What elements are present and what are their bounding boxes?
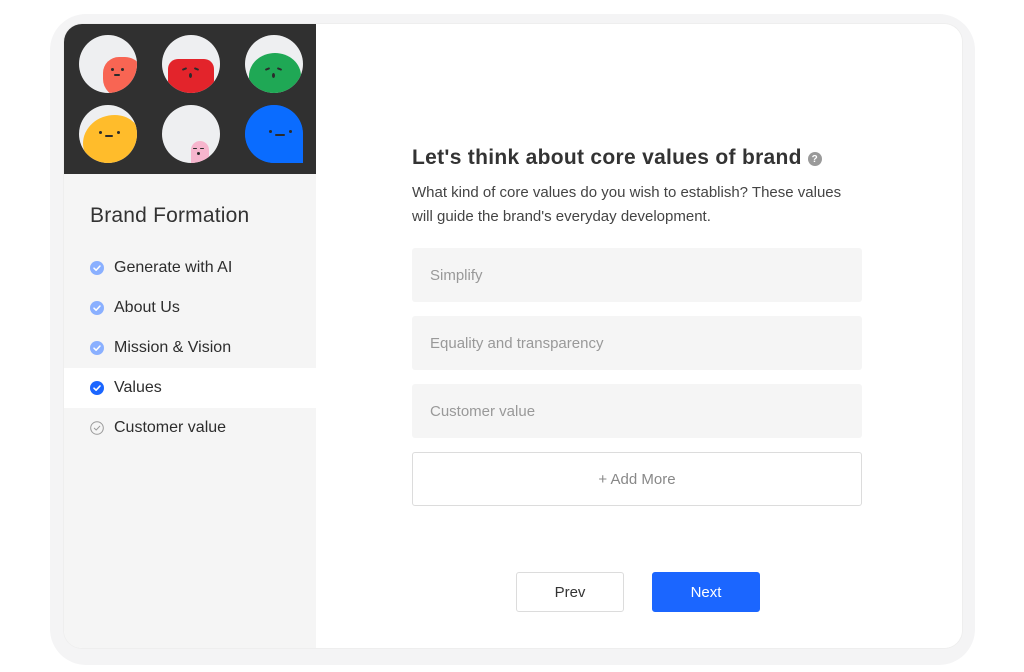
avatar-yellow <box>79 105 137 163</box>
step-mission-vision[interactable]: Mission & Vision <box>64 328 316 368</box>
sidebar: Brand Formation Generate with AI About U… <box>64 24 316 648</box>
check-circle-outline-icon <box>90 421 104 435</box>
avatar-green <box>245 35 303 93</box>
check-circle-icon <box>90 261 104 275</box>
avatar-panel <box>64 24 316 174</box>
brand-formation-card: Brand Formation Generate with AI About U… <box>64 24 962 648</box>
step-label: About Us <box>114 299 180 316</box>
check-circle-filled-icon <box>90 381 104 395</box>
avatar-red <box>162 35 220 93</box>
red-orange-character-icon <box>103 57 137 93</box>
step-label: Mission & Vision <box>114 339 232 356</box>
heading-text: Let's think about core values of brand <box>412 146 802 169</box>
check-circle-icon <box>90 301 104 315</box>
check-circle-icon <box>90 341 104 355</box>
step-label: Customer value <box>114 419 227 436</box>
avatar-red-orange <box>79 35 137 93</box>
step-about-us[interactable]: About Us <box>64 288 316 328</box>
sidebar-title: Brand Formation <box>90 204 250 227</box>
step-generate-with-ai[interactable]: Generate with AI <box>64 248 316 288</box>
step-label: Generate with AI <box>114 259 233 276</box>
step-customer-value[interactable]: Customer value <box>64 408 316 448</box>
values-form: + Add More <box>412 248 862 506</box>
value-input-1[interactable] <box>412 248 862 302</box>
blue-character-icon <box>245 105 303 163</box>
yellow-character-icon <box>83 115 137 163</box>
prev-button[interactable]: Prev <box>516 572 624 612</box>
step-values[interactable]: Values <box>64 368 316 408</box>
main-panel: Let's think about core values of brand ?… <box>316 24 962 648</box>
step-list: Generate with AI About Us Mission & Visi… <box>64 248 316 448</box>
page-subtitle: What kind of core values do you wish to … <box>412 184 842 225</box>
question-circle-icon[interactable]: ? <box>807 152 822 166</box>
value-input-2[interactable] <box>412 316 862 370</box>
avatar-pink <box>162 105 220 163</box>
page-heading: Let's think about core values of brand ? <box>412 146 822 170</box>
value-input-3[interactable] <box>412 384 862 438</box>
navigation-buttons: Prev Next <box>516 572 760 612</box>
avatar-blue <box>245 105 303 163</box>
add-more-button[interactable]: + Add More <box>412 452 862 506</box>
pink-character-icon <box>191 141 209 163</box>
green-character-icon <box>249 53 301 93</box>
next-button[interactable]: Next <box>652 572 760 612</box>
step-label: Values <box>114 379 162 396</box>
